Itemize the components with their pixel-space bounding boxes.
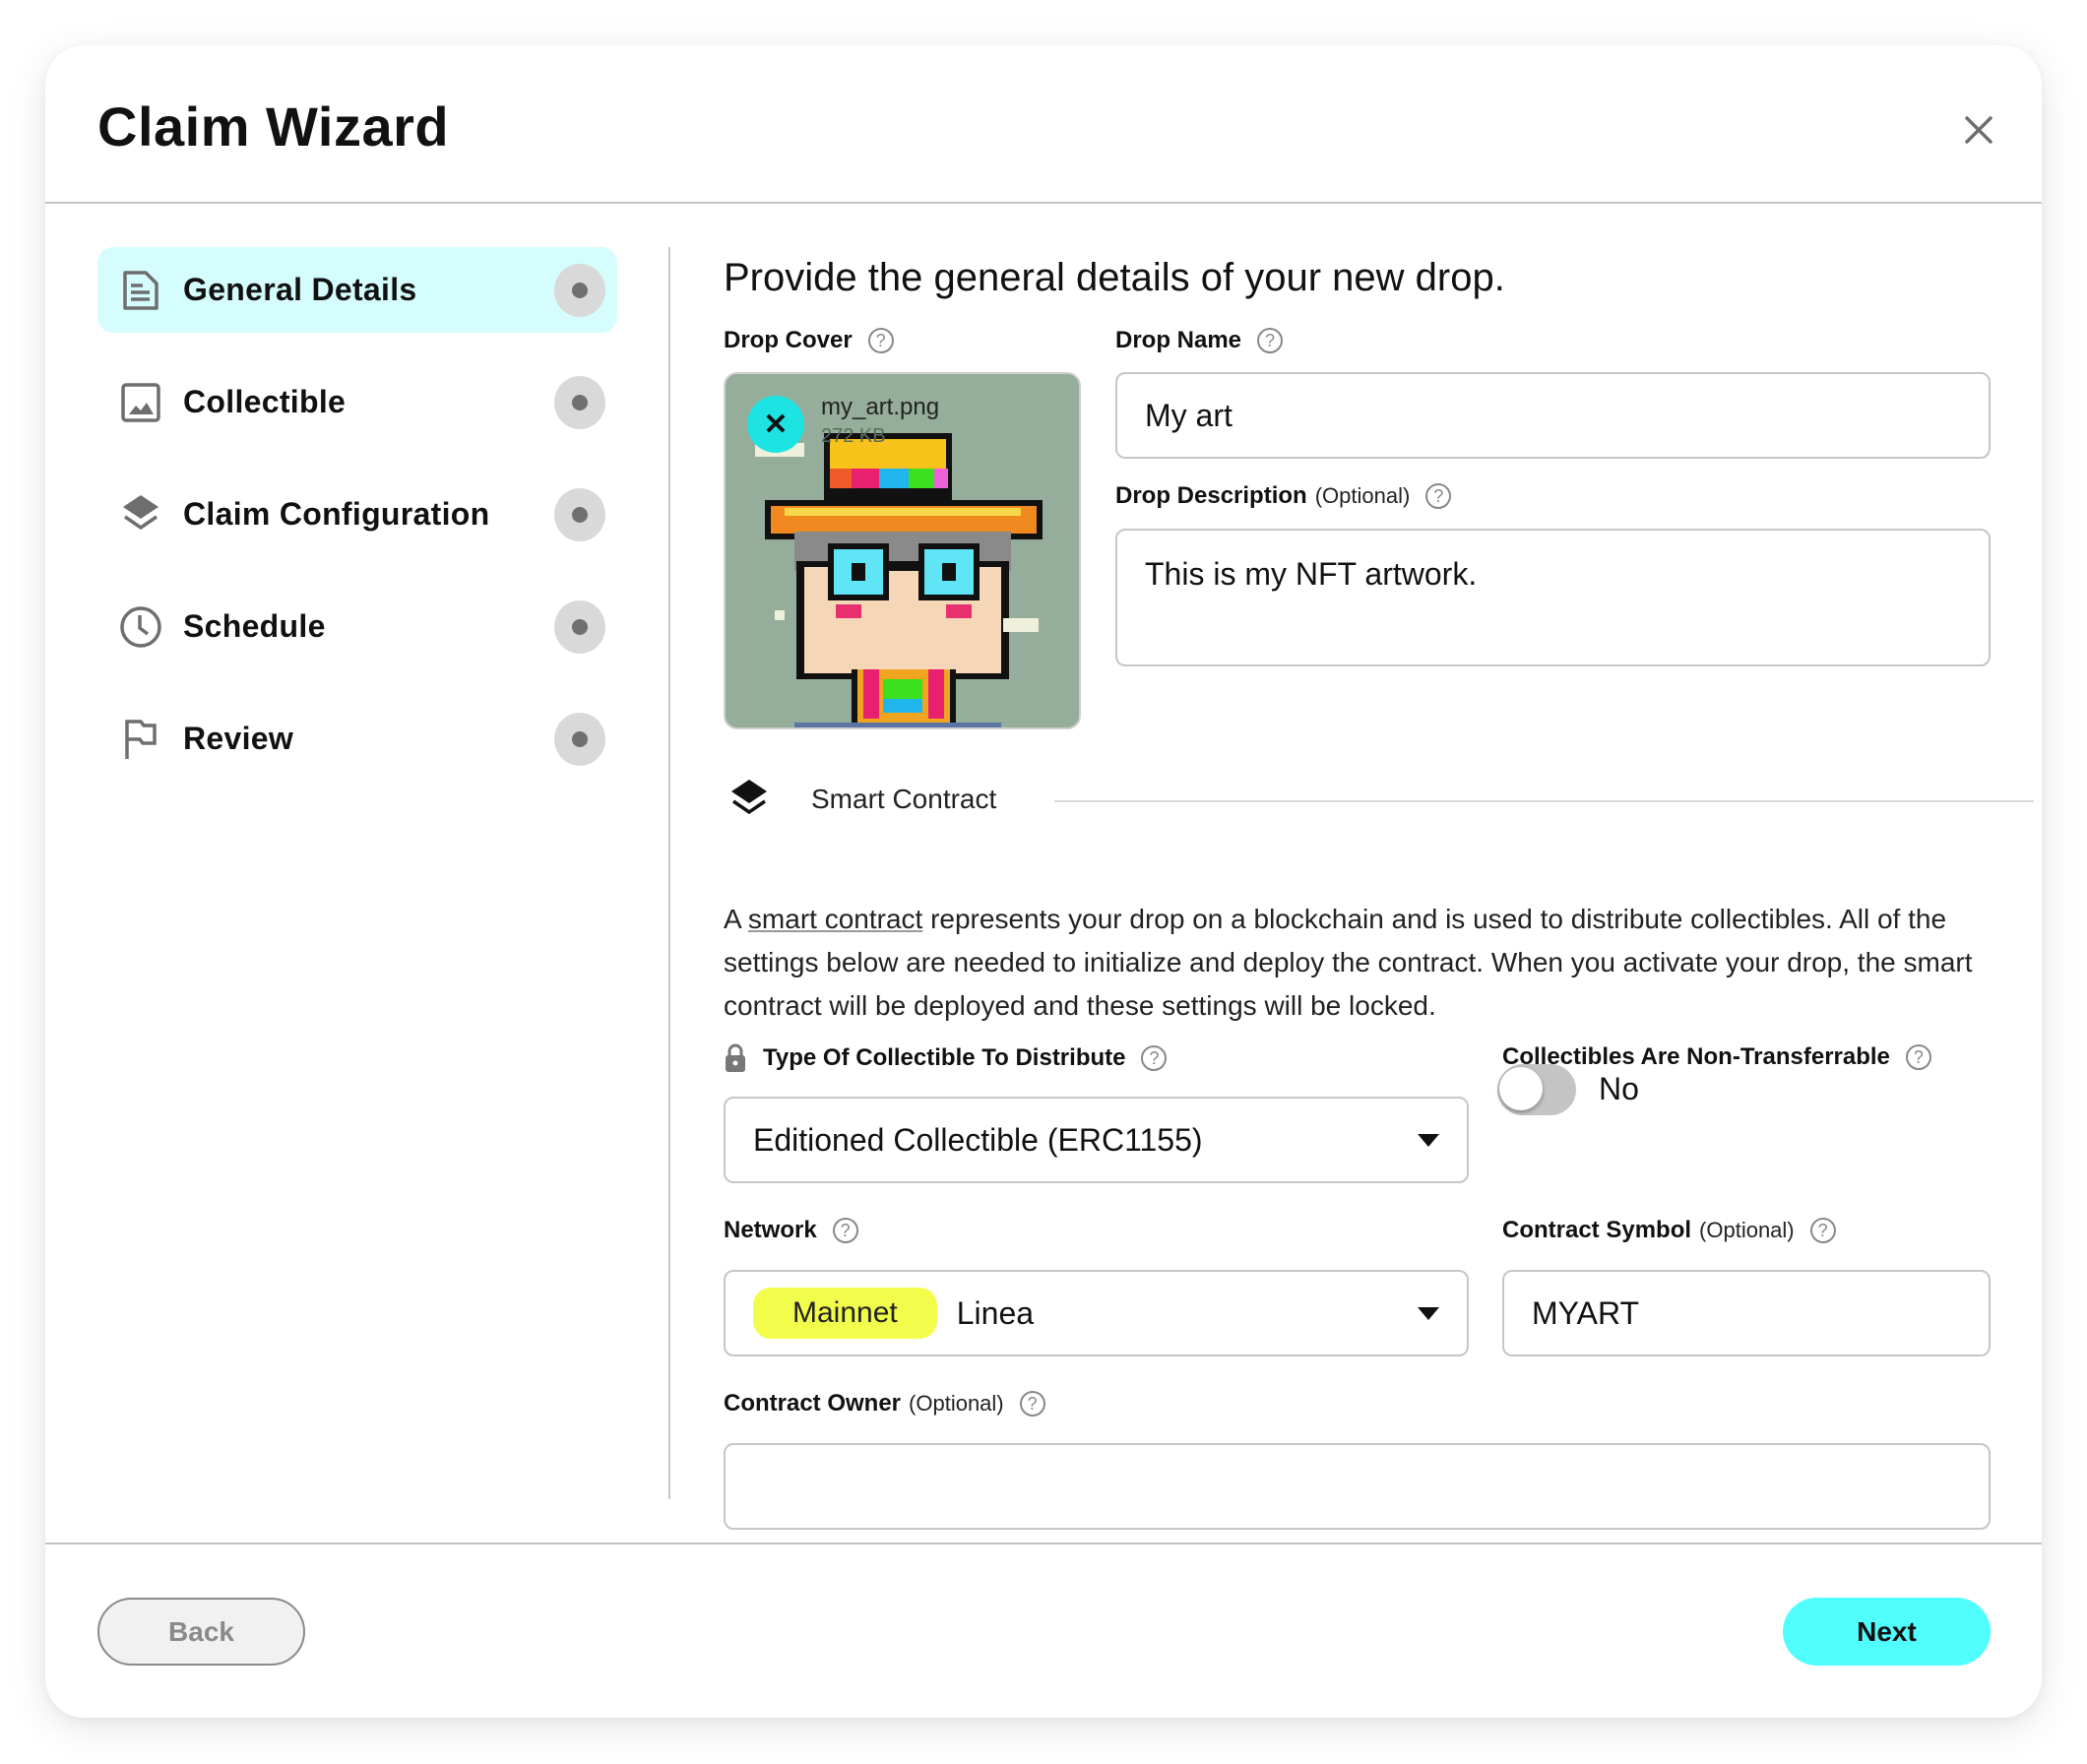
sidebar-item-label: Claim Configuration xyxy=(183,496,490,532)
drop-cover-image[interactable]: ✕ my_art.png 272 KB xyxy=(724,372,1081,729)
network-value: Linea xyxy=(956,1294,1035,1331)
sidebar-item-general-details[interactable]: General Details xyxy=(97,247,617,333)
chevron-down-icon xyxy=(1418,1307,1439,1320)
document-icon xyxy=(123,271,158,310)
optional-tag: (Optional) xyxy=(1314,483,1411,508)
step-status-dot xyxy=(554,600,605,654)
step-status-dot xyxy=(554,376,605,429)
network-badge: Mainnet xyxy=(753,1288,937,1339)
network-select[interactable]: Mainnet Linea xyxy=(724,1270,1469,1356)
section-divider xyxy=(1054,800,2034,802)
contract-symbol-input[interactable]: MYART xyxy=(1502,1270,1991,1356)
toggle-knob xyxy=(1499,1067,1543,1110)
non-transferrable-label: Collectibles Are Non-Transferrable ? xyxy=(1502,1043,1931,1071)
contract-symbol-value: MYART xyxy=(1532,1294,1640,1331)
help-icon[interactable]: ? xyxy=(1257,328,1284,353)
back-button[interactable]: Back xyxy=(97,1598,305,1666)
optional-tag: (Optional) xyxy=(909,1391,1004,1416)
contract-symbol-label: Contract Symbol (Optional) ? xyxy=(1502,1217,1836,1244)
contract-symbol-label-text: Contract Symbol xyxy=(1502,1217,1692,1243)
section-title: Smart Contract xyxy=(811,784,997,814)
drop-cover-label-text: Drop Cover xyxy=(724,327,853,353)
sidebar-item-label: Review xyxy=(183,721,294,756)
chevron-down-icon xyxy=(1418,1134,1439,1147)
drop-name-label: Drop Name ? xyxy=(1115,327,1284,354)
step-status-dot xyxy=(554,488,605,541)
drop-description-label: Drop Description (Optional) ? xyxy=(1115,482,1452,510)
drop-description-value: This is my NFT artwork. xyxy=(1145,556,1478,592)
contract-owner-label: Contract Owner (Optional) ? xyxy=(724,1390,1045,1418)
help-icon[interactable]: ? xyxy=(1425,483,1452,509)
layers-icon xyxy=(123,495,158,531)
contract-owner-label-text: Contract Owner xyxy=(724,1390,902,1417)
cover-file-size: 272 KB xyxy=(821,425,886,447)
remove-cover-button[interactable]: ✕ xyxy=(747,396,804,453)
layers-icon xyxy=(731,780,767,815)
drop-description-textarea[interactable]: This is my NFT artwork. xyxy=(1115,529,1991,666)
collectible-type-value: Editioned Collectible (ERC1155) xyxy=(753,1121,1203,1158)
claim-wizard-dialog: Claim Wizard General Details Collectible… xyxy=(45,45,2042,1718)
sidebar-item-label: Schedule xyxy=(183,608,326,644)
drop-description-label-text: Drop Description xyxy=(1115,482,1307,509)
collectible-type-label-text: Type Of Collectible To Distribute xyxy=(763,1044,1126,1071)
help-icon[interactable]: ? xyxy=(832,1218,858,1243)
flag-icon xyxy=(125,720,157,759)
close-icon xyxy=(1965,116,1992,144)
non-transferrable-value: No xyxy=(1599,1071,1639,1106)
clock-icon xyxy=(120,606,161,648)
help-icon[interactable]: ? xyxy=(1141,1045,1168,1071)
cover-file-name: my_art.png xyxy=(821,394,940,420)
help-icon[interactable]: ? xyxy=(1019,1391,1045,1417)
sidebar-item-label: Collectible xyxy=(183,384,347,419)
page-heading: Provide the general details of your new … xyxy=(724,256,1505,299)
drop-name-value: My art xyxy=(1145,397,1233,433)
sidebar-item-label: General Details xyxy=(183,272,417,307)
smart-contract-link[interactable]: smart contract xyxy=(748,904,922,934)
header-divider xyxy=(45,202,2042,204)
sidebar-item-collectible[interactable]: Collectible xyxy=(97,359,617,445)
network-label-text: Network xyxy=(724,1217,817,1243)
sidebar-item-claim-configuration[interactable]: Claim Configuration xyxy=(97,472,617,557)
non-transferrable-toggle[interactable] xyxy=(1497,1064,1576,1115)
help-icon[interactable]: ? xyxy=(1809,1218,1836,1243)
drop-name-label-text: Drop Name xyxy=(1115,327,1242,353)
collectible-type-select[interactable]: Editioned Collectible (ERC1155) xyxy=(724,1097,1469,1183)
network-label: Network ? xyxy=(724,1217,858,1244)
drop-cover-label: Drop Cover ? xyxy=(724,327,894,354)
lock-icon xyxy=(726,1043,745,1072)
image-icon xyxy=(121,383,160,422)
next-button[interactable]: Next xyxy=(1783,1598,1991,1666)
help-icon[interactable]: ? xyxy=(867,328,894,353)
smart-contract-description: A smart contract represents your drop on… xyxy=(724,898,2043,1028)
optional-tag: (Optional) xyxy=(1699,1218,1795,1242)
dialog-title: Claim Wizard xyxy=(97,95,450,158)
step-status-dot xyxy=(554,264,605,317)
close-button[interactable] xyxy=(1959,110,1998,150)
sidebar-divider xyxy=(668,247,670,1499)
collectible-type-label: Type Of Collectible To Distribute ? xyxy=(724,1043,1168,1073)
smart-contract-section-header: Smart Contract xyxy=(724,770,2034,829)
para-prefix: A xyxy=(724,904,748,934)
drop-name-input[interactable]: My art xyxy=(1115,372,1991,459)
contract-owner-input[interactable] xyxy=(724,1443,1991,1530)
step-status-dot xyxy=(554,713,605,766)
sidebar-item-schedule[interactable]: Schedule xyxy=(97,584,617,669)
help-icon[interactable]: ? xyxy=(1905,1044,1931,1070)
footer-divider xyxy=(45,1543,2042,1544)
sidebar-item-review[interactable]: Review xyxy=(97,696,617,782)
